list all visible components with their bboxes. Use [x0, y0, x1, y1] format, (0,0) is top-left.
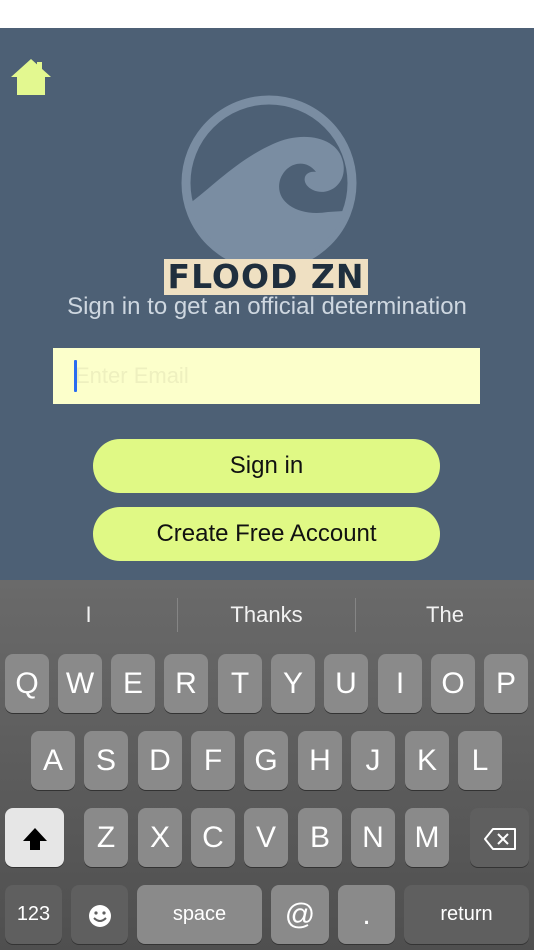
key-a[interactable]: A: [31, 731, 75, 790]
key-t[interactable]: T: [218, 654, 262, 713]
dot-key[interactable]: .: [338, 885, 395, 944]
shift-icon: [22, 828, 47, 851]
key-s[interactable]: S: [84, 731, 128, 790]
return-key[interactable]: return: [404, 885, 529, 944]
key-f[interactable]: F: [191, 731, 235, 790]
key-b[interactable]: B: [298, 808, 342, 867]
shift-key[interactable]: [5, 808, 64, 867]
suggestion-item[interactable]: Thanks: [178, 580, 355, 650]
key-x[interactable]: X: [138, 808, 182, 867]
key-o[interactable]: O: [431, 654, 475, 713]
key-y[interactable]: Y: [271, 654, 315, 713]
key-q[interactable]: Q: [5, 654, 49, 713]
emoji-icon: [88, 905, 111, 928]
key-n[interactable]: N: [351, 808, 395, 867]
space-key[interactable]: space: [137, 885, 262, 944]
home-icon: [11, 59, 51, 95]
emoji-key[interactable]: [71, 885, 128, 944]
key-l[interactable]: L: [458, 731, 502, 790]
sign-in-button[interactable]: Sign in: [93, 439, 440, 493]
key-e[interactable]: E: [111, 654, 155, 713]
numbers-key[interactable]: 123: [5, 885, 62, 944]
create-account-button[interactable]: Create Free Account: [93, 507, 440, 561]
key-g[interactable]: G: [244, 731, 288, 790]
wave-icon: [181, 95, 357, 271]
backspace-icon: [483, 828, 516, 851]
key-v[interactable]: V: [244, 808, 288, 867]
key-h[interactable]: H: [298, 731, 342, 790]
key-u[interactable]: U: [324, 654, 368, 713]
home-button[interactable]: [10, 58, 52, 96]
key-w[interactable]: W: [58, 654, 102, 713]
key-j[interactable]: J: [351, 731, 395, 790]
at-key[interactable]: @: [271, 885, 329, 944]
key-k[interactable]: K: [405, 731, 449, 790]
email-field[interactable]: [53, 348, 480, 404]
key-p[interactable]: P: [484, 654, 528, 713]
backspace-key[interactable]: [470, 808, 529, 867]
logo-wordmark: FLOOD ZN: [164, 259, 368, 295]
text-cursor: [74, 360, 77, 392]
key-d[interactable]: D: [138, 731, 182, 790]
key-i[interactable]: I: [378, 654, 422, 713]
suggestion-bar: I Thanks The: [0, 580, 534, 650]
sign-in-screen: FLOOD ZN Sign in to get an official dete…: [0, 28, 534, 580]
suggestion-item[interactable]: The: [356, 580, 534, 650]
key-r[interactable]: R: [164, 654, 208, 713]
suggestion-item[interactable]: I: [0, 580, 177, 650]
subtitle: Sign in to get an official determination: [67, 293, 467, 320]
keyboard: I Thanks The Q W E R T Y U I O P A S D F…: [0, 580, 534, 950]
key-m[interactable]: M: [405, 808, 449, 867]
key-z[interactable]: Z: [84, 808, 128, 867]
status-bar: [0, 0, 534, 28]
key-c[interactable]: C: [191, 808, 235, 867]
